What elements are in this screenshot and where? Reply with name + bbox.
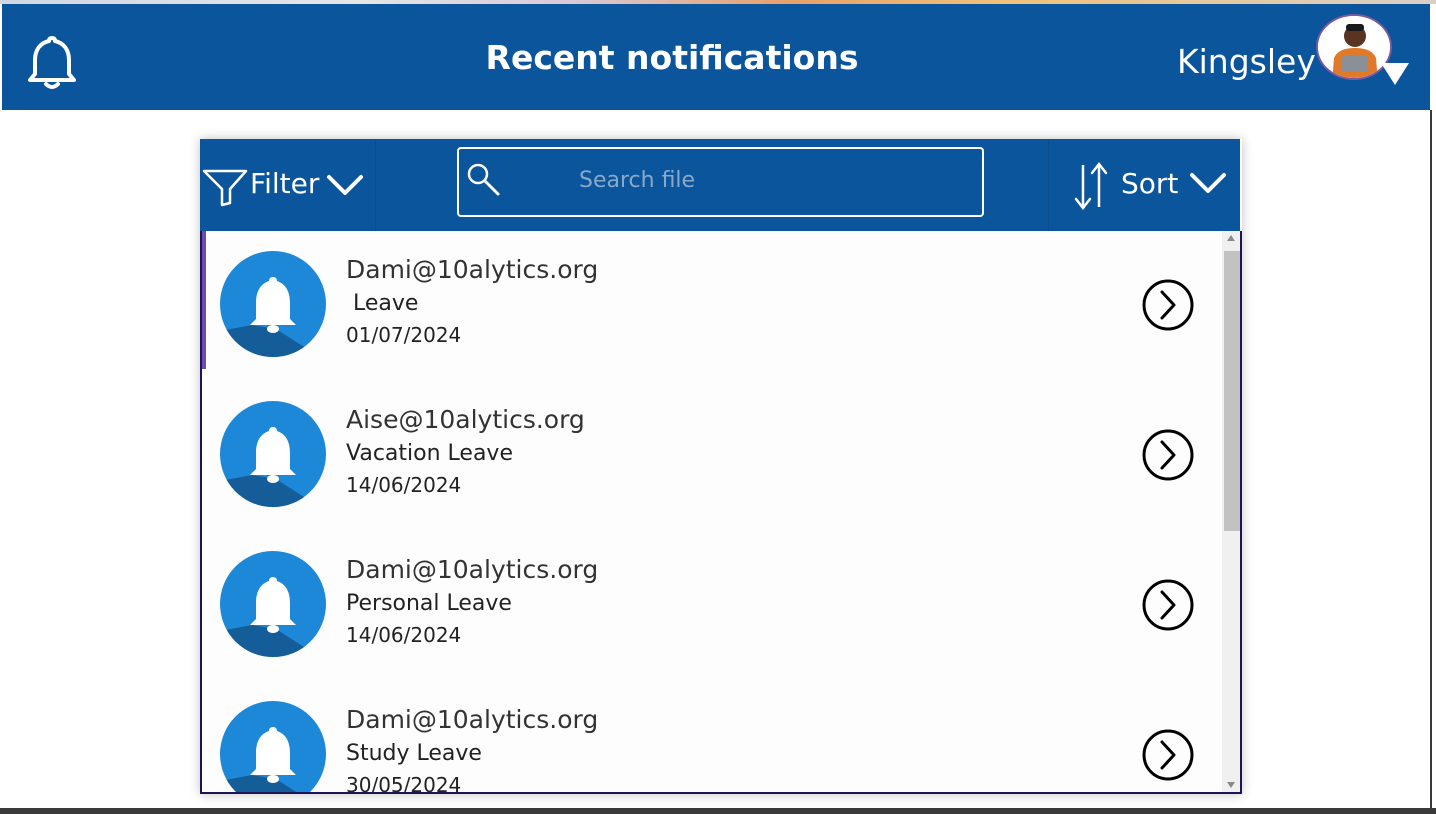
sort-label: Sort bbox=[1121, 167, 1179, 200]
chevron-right-circle-icon[interactable] bbox=[1140, 277, 1196, 333]
search-input[interactable] bbox=[579, 165, 959, 195]
notification-type: Leave bbox=[346, 291, 419, 316]
list-item[interactable]: Dami@10alytics.org Leave 01/07/2024 bbox=[202, 231, 1222, 381]
toolbar: Filter Sort bbox=[200, 139, 1240, 231]
notification-date: 01/07/2024 bbox=[346, 323, 462, 347]
page-title: Recent notifications bbox=[485, 38, 859, 77]
bell-icon bbox=[220, 251, 326, 357]
notification-email: Dami@10alytics.org bbox=[346, 705, 599, 734]
search-box[interactable] bbox=[457, 147, 984, 217]
notification-type: Personal Leave bbox=[346, 591, 512, 616]
scroll-down-arrow-icon[interactable] bbox=[1227, 782, 1235, 788]
notification-type: Vacation Leave bbox=[346, 441, 513, 466]
notifications-list[interactable]: Dami@10alytics.org Leave 01/07/2024 Aise… bbox=[200, 231, 1242, 794]
chevron-right-circle-icon[interactable] bbox=[1140, 727, 1196, 783]
search-icon bbox=[467, 163, 500, 196]
page-right-border bbox=[1430, 110, 1436, 814]
chevron-right-circle-icon[interactable] bbox=[1140, 427, 1196, 483]
notification-email: Dami@10alytics.org bbox=[346, 555, 599, 584]
notification-date: 14/06/2024 bbox=[346, 623, 462, 647]
page-bottom-border bbox=[0, 808, 1436, 814]
scroll-thumb[interactable] bbox=[1224, 251, 1240, 531]
user-name: Kingsley bbox=[1177, 42, 1316, 81]
sort-arrows-icon bbox=[1074, 161, 1108, 211]
notifications-panel: Filter Sort bbox=[200, 139, 1242, 794]
bell-icon bbox=[220, 551, 326, 657]
page-left-border bbox=[0, 110, 2, 810]
notification-type: Study Leave bbox=[346, 741, 482, 766]
notification-date: 14/06/2024 bbox=[346, 473, 462, 497]
notification-date: 30/05/2024 bbox=[346, 773, 462, 794]
notification-email: Dami@10alytics.org bbox=[346, 255, 599, 284]
chevron-down-icon bbox=[1190, 173, 1226, 193]
chevron-down-icon bbox=[327, 175, 363, 195]
list-item[interactable]: Aise@10alytics.org Vacation Leave 14/06/… bbox=[202, 381, 1222, 531]
caret-down-icon[interactable] bbox=[1381, 63, 1409, 85]
list-scrollbar[interactable] bbox=[1222, 231, 1240, 792]
notification-email: Aise@10alytics.org bbox=[346, 405, 585, 434]
bell-icon[interactable] bbox=[26, 34, 78, 92]
filter-button[interactable]: Filter bbox=[200, 139, 376, 231]
list-item[interactable]: Dami@10alytics.org Personal Leave 14/06/… bbox=[202, 531, 1222, 681]
sort-button[interactable]: Sort bbox=[1048, 139, 1240, 231]
app-header: Recent notifications Kingsley bbox=[2, 4, 1430, 110]
chevron-right-circle-icon[interactable] bbox=[1140, 577, 1196, 633]
filter-label: Filter bbox=[250, 167, 320, 200]
funnel-icon bbox=[202, 169, 248, 207]
list-item[interactable]: Dami@10alytics.org Study Leave 30/05/202… bbox=[202, 681, 1222, 794]
bell-icon bbox=[220, 701, 326, 792]
bell-icon bbox=[220, 401, 326, 507]
scroll-up-arrow-icon[interactable] bbox=[1227, 235, 1235, 241]
